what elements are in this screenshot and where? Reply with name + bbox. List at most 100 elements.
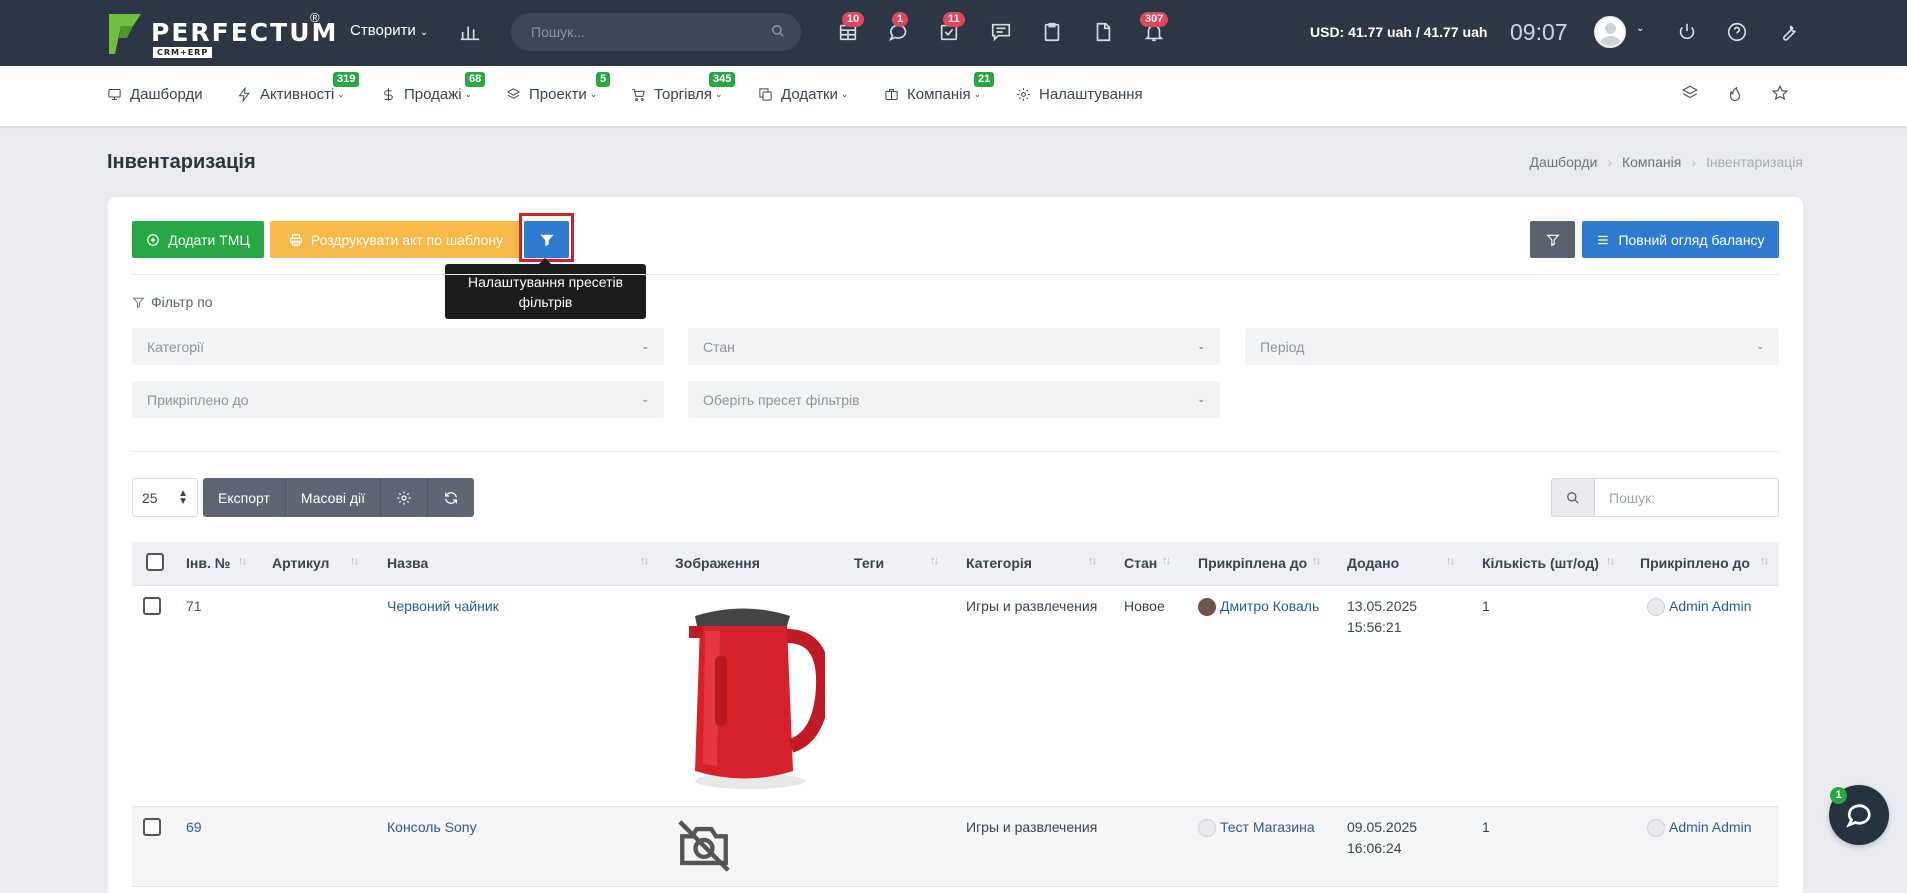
select-all-checkbox[interactable] <box>146 553 164 571</box>
logout-button[interactable] <box>1673 18 1701 46</box>
notifications-button[interactable]: 307 <box>1140 12 1169 46</box>
tasks-button[interactable]: 11 <box>935 12 965 46</box>
chevron-right-icon: › <box>1607 154 1612 170</box>
help-button[interactable] <box>1723 18 1751 46</box>
nav-item-label: Дашборди <box>130 86 203 103</box>
sort-icon[interactable]: ↑↓ <box>238 555 247 567</box>
avatar <box>1647 598 1665 617</box>
nav-item-sales[interactable]: Продажі ⌄ 68 <box>381 72 486 103</box>
export-button[interactable]: Експорт <box>203 478 286 517</box>
column-header-attached[interactable]: Прикріплено до <box>1640 555 1750 571</box>
messages-button[interactable] <box>987 18 1015 46</box>
sort-icon[interactable]: ↑↓ <box>1088 555 1097 567</box>
state-select[interactable]: Стан ⌄ <box>688 328 1220 365</box>
sort-icon[interactable]: ↑↓ <box>1446 555 1455 567</box>
nav-item-settings[interactable]: Налаштування <box>1016 86 1143 103</box>
fire-icon <box>1729 86 1741 102</box>
stats-button[interactable] <box>456 18 484 46</box>
assigned-cell: Тест Магазина <box>1198 817 1315 838</box>
nav-item-label: Компанія <box>907 86 971 103</box>
nav-item-company[interactable]: Компанія ⌄ 21 <box>884 72 995 103</box>
column-header-article[interactable]: Артикул <box>272 555 329 571</box>
row-checkbox[interactable] <box>143 818 161 836</box>
hot-button[interactable] <box>1726 84 1746 104</box>
sort-icon[interactable]: ↑↓ <box>930 555 939 567</box>
breadcrumb-item[interactable]: Компанія <box>1622 154 1681 170</box>
lightning-icon <box>238 87 250 102</box>
column-header-added[interactable]: Додано <box>1347 555 1399 571</box>
sort-icon[interactable]: ↑↓ <box>1312 555 1321 567</box>
balance-overview-label: Повний огляд балансу <box>1618 231 1765 248</box>
table-search-input[interactable] <box>1595 478 1779 517</box>
nav-item-addons[interactable]: Додатки ⌄ <box>758 86 848 103</box>
chat-badge: 1 <box>892 12 909 27</box>
search-icon[interactable] <box>771 24 785 38</box>
per-page-select[interactable]: 25 ▲ ▼ <box>132 478 198 517</box>
attached-user-link[interactable]: Admin Admin <box>1669 819 1751 835</box>
column-header-image: Зображення <box>675 555 760 571</box>
column-header-quantity[interactable]: Кількість (шт/од) <box>1482 555 1599 571</box>
chevron-down-icon: ⌄ <box>641 341 649 351</box>
sort-icon[interactable]: ↑↓ <box>1162 555 1171 567</box>
logo-registered: ® <box>310 10 320 25</box>
chevron-down-icon[interactable]: ⌄ <box>1636 23 1644 34</box>
attached-cell: Admin Admin <box>1647 817 1751 838</box>
column-header-category[interactable]: Категорія <box>966 555 1032 571</box>
item-name-link[interactable]: Консоль Sony <box>387 817 477 838</box>
assigned-user-link[interactable]: Тест Магазина <box>1220 819 1315 835</box>
filter-toggle-button[interactable] <box>1530 221 1575 258</box>
table-row[interactable]: 69 Консоль Sony Игры и развлечения Тест … <box>132 807 1779 887</box>
add-item-button[interactable]: Додати ТМЦ <box>132 221 264 258</box>
refresh-button[interactable] <box>428 478 475 517</box>
column-header-assigned[interactable]: Прикріплена до <box>1198 555 1307 571</box>
item-name-link[interactable]: Червоний чайник <box>387 596 499 617</box>
row-checkbox[interactable] <box>143 597 161 615</box>
clipboard-button[interactable] <box>1038 18 1066 46</box>
red-kettle-image[interactable] <box>675 596 825 796</box>
attached-user-link[interactable]: Admin Admin <box>1669 598 1751 614</box>
mass-actions-button[interactable]: Масові дії <box>285 478 382 517</box>
settings-tools-button[interactable] <box>1775 18 1803 46</box>
layers-button[interactable] <box>1681 84 1701 104</box>
user-avatar[interactable] <box>1594 16 1626 48</box>
sort-icon[interactable]: ↑↓ <box>350 555 359 567</box>
inv-number-link[interactable]: 69 <box>186 817 202 838</box>
tasks-board-button[interactable]: 10 <box>834 12 865 46</box>
state-cell: Новое <box>1124 598 1165 614</box>
nav-item-dashboards[interactable]: Дашборди <box>107 86 203 103</box>
perfectum-logo[interactable]: PERFECTUM ® CRM+ERP <box>107 10 336 58</box>
filter-preset-select[interactable]: Оберіть пресет фільтрів ⌄ <box>688 381 1220 418</box>
print-act-button[interactable]: Роздрукувати акт по шаблону <box>270 221 522 258</box>
column-settings-button[interactable] <box>381 478 429 517</box>
global-search-input[interactable] <box>511 13 801 51</box>
period-select[interactable]: Період ⌄ <box>1245 328 1779 365</box>
inv-number-link[interactable]: 71 <box>186 596 202 617</box>
documents-button[interactable] <box>1089 18 1117 46</box>
sort-icon[interactable]: ↑↓ <box>1606 555 1615 567</box>
table-search-button[interactable] <box>1551 478 1595 517</box>
column-header-state[interactable]: Стан <box>1124 555 1157 571</box>
breadcrumb-item[interactable]: Дашборди <box>1530 154 1598 170</box>
assigned-user-link[interactable]: Дмитро Коваль <box>1220 598 1319 614</box>
tasks-badge: 11 <box>943 12 965 27</box>
nav-item-trade[interactable]: Торгівля ⌄ 345 <box>631 72 736 103</box>
chat-button[interactable]: 1 <box>884 12 912 46</box>
nav-item-activities[interactable]: Активності ⌄ 319 <box>237 72 360 103</box>
column-header-inv[interactable]: Інв. № <box>186 555 230 571</box>
sort-icon[interactable]: ↑↓ <box>1760 555 1769 567</box>
table-row[interactable]: 71 Червоний чайник Игры и развлечения Но… <box>132 586 1779 807</box>
gear-icon <box>1017 88 1030 101</box>
column-header-name[interactable]: Назва <box>387 555 428 571</box>
create-dropdown[interactable]: Створити ⌄ <box>350 22 428 39</box>
balance-overview-button[interactable]: Повний огляд балансу <box>1582 221 1779 258</box>
attached-to-select[interactable]: Прикріплено до ⌄ <box>132 381 664 418</box>
favorites-button[interactable] <box>1771 84 1791 104</box>
filter-presets-button[interactable] <box>524 221 569 258</box>
nav-item-projects[interactable]: Проекти ⌄ 5 <box>506 72 611 103</box>
dollar-icon <box>384 88 393 101</box>
categories-select[interactable]: Категорії ⌄ <box>132 328 664 365</box>
nav-item-label: Додатки <box>781 86 838 103</box>
filter-icon <box>1545 234 1560 246</box>
column-header-tags[interactable]: Теги <box>854 555 884 571</box>
sort-icon[interactable]: ↑↓ <box>640 555 649 567</box>
